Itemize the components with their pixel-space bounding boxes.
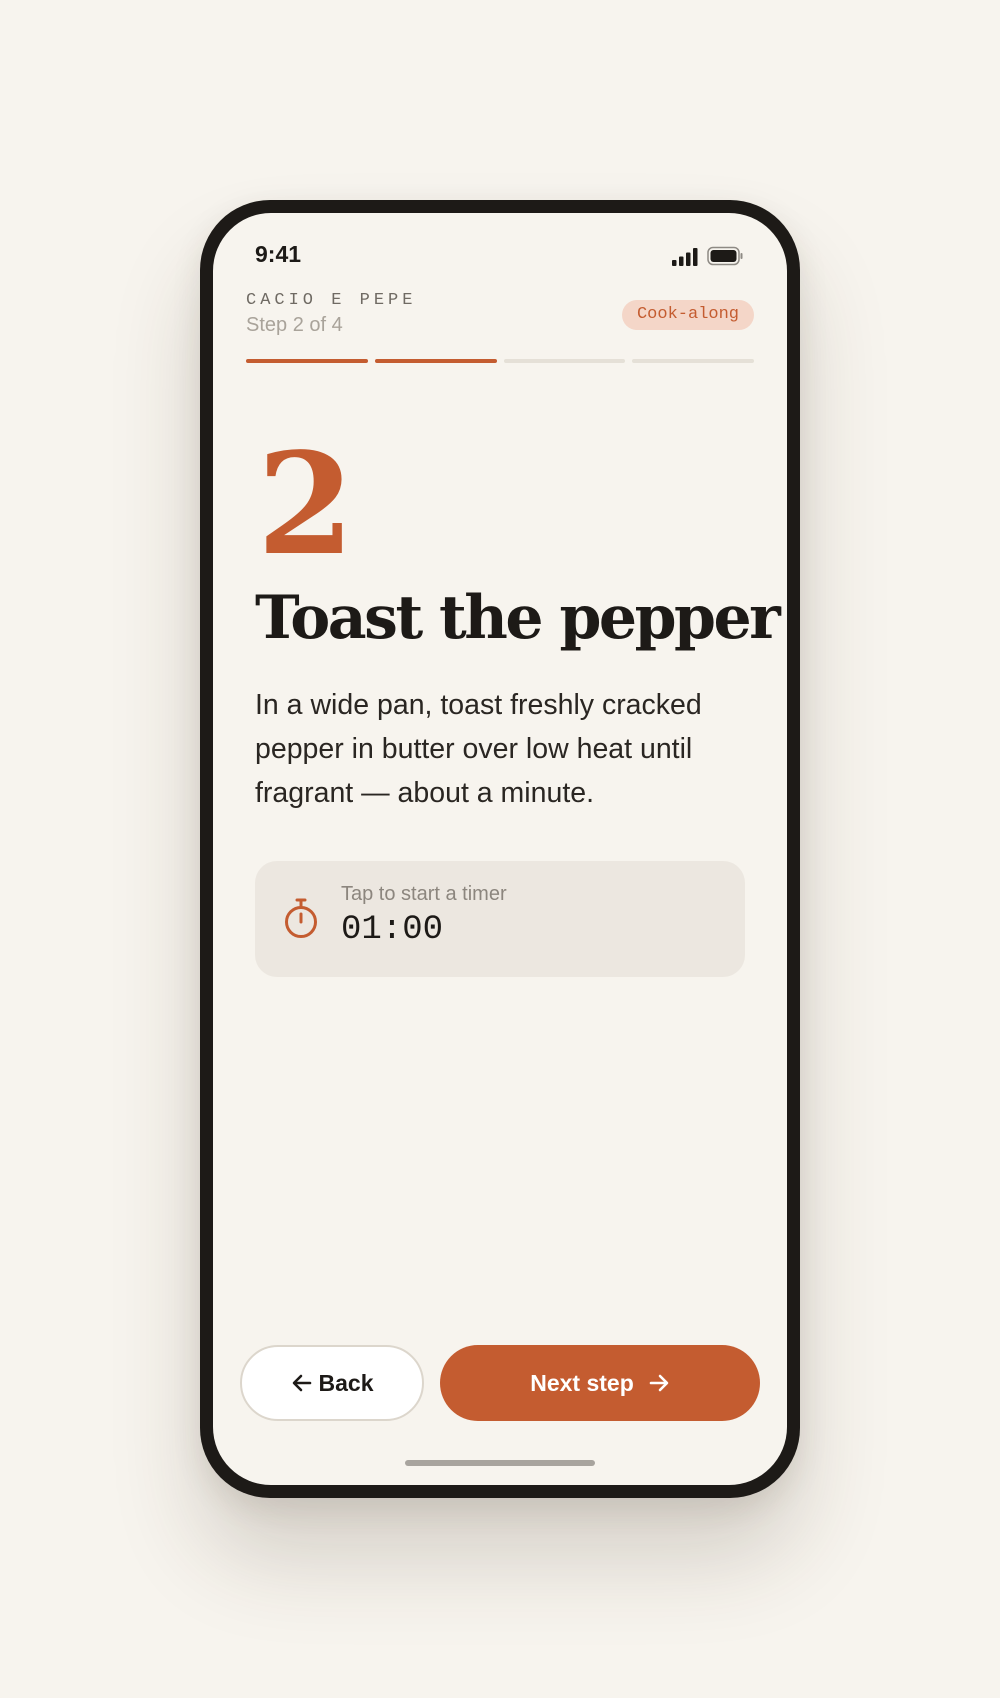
timer-card[interactable]: Tap to start a timer 01:00: [255, 861, 745, 977]
screen: 9:41 CACIO E PEPE Step 2 of 4 Cook-along…: [213, 213, 787, 1485]
progress-segment-1: [246, 359, 368, 363]
recipe-name: CACIO E PEPE: [246, 291, 417, 310]
progress-segment-4: [632, 359, 754, 363]
cook-along-badge: Cook-along: [622, 300, 754, 330]
status-time: 9:41: [255, 241, 302, 267]
arrow-right-icon: [649, 1374, 669, 1392]
next-step-button-label: Next step: [530, 1369, 634, 1396]
home-indicator[interactable]: [405, 1460, 595, 1466]
phone-frame: 9:41 CACIO E PEPE Step 2 of 4 Cook-along…: [200, 200, 800, 1498]
step-description: In a wide pan, toast freshly cracked pep…: [255, 689, 702, 809]
progress-segment-2: [374, 359, 497, 363]
back-button[interactable]: Back: [240, 1345, 424, 1421]
step-title: Toast the pepper: [255, 583, 781, 653]
timer-hint: Tap to start a timer: [341, 883, 507, 905]
stopwatch-icon: [285, 898, 317, 938]
step-number: 2: [257, 423, 355, 587]
arrow-left-icon: [292, 1374, 311, 1392]
step-counter: Step 2 of 4: [246, 314, 343, 336]
battery-icon: [707, 246, 743, 266]
signal-icon: [672, 248, 698, 266]
back-button-label: Back: [318, 1369, 374, 1396]
step-progress-bar: [246, 359, 754, 363]
progress-segment-3: [503, 359, 626, 363]
timer-value: 01:00: [341, 911, 444, 949]
next-step-button[interactable]: Next step: [440, 1345, 760, 1421]
